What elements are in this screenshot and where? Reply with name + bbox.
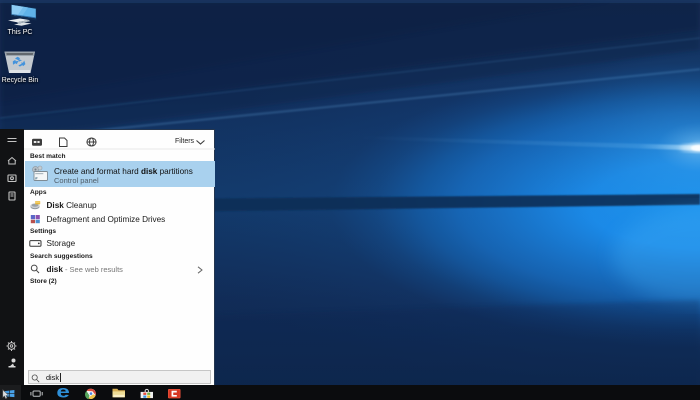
svg-text:e: e [56, 385, 69, 400]
